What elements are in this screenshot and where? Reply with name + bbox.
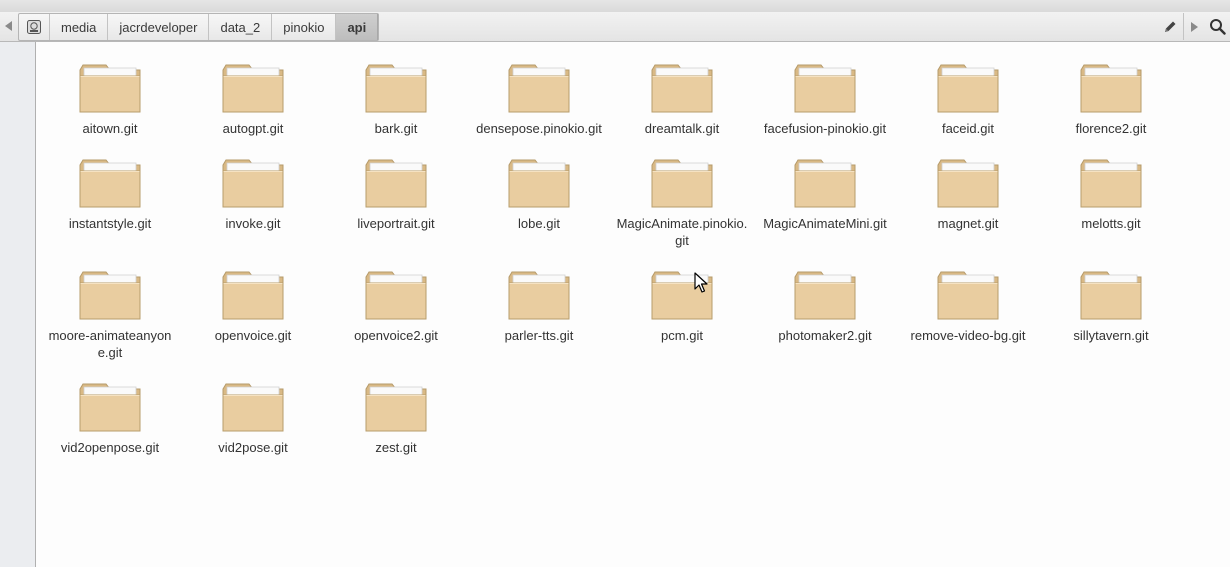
folder-label: lobe.git [518,216,560,231]
forward-arrow-icon[interactable] [1183,13,1204,40]
folder-item[interactable]: florence2.git [1041,62,1181,137]
folder-item[interactable]: openvoice2.git [326,269,466,344]
folder-icon [651,64,713,113]
folder-item[interactable]: bark.git [326,62,466,137]
folder-icon [1080,271,1142,320]
folder-label: faceid.git [941,121,995,136]
path-bar-tools [1156,12,1230,41]
folder-label: sillytavern.git [1073,328,1149,343]
folder-icon [508,271,570,320]
file-view[interactable]: aitown.git autogpt.git bark.git densepose.p… [36,42,1230,567]
folder-icon [79,383,141,432]
folder-item[interactable]: remove-video-bg.git [898,269,1038,344]
folder-icon [222,271,284,320]
folder-label: photomaker2.git [778,328,872,343]
breadcrumb: media jacrdeveloper data_2 pinokio api [18,13,380,41]
folder-icon [79,159,141,208]
folder-icon [651,159,713,208]
folder-item[interactable]: melotts.git [1041,157,1181,232]
folder-label: bark.git [374,121,418,136]
folder-item[interactable]: autogpt.git [183,62,323,137]
folder-item[interactable]: faceid.git [898,62,1038,137]
folder-item[interactable]: liveportrait.git [326,157,466,232]
folder-icon [937,159,999,208]
folder-label: densepose.pinokio.git [476,121,602,136]
folder-item[interactable]: MagicAnimate.pinokio.git [612,157,752,249]
folder-item[interactable]: facefusion-pinokio.git [755,62,895,137]
folder-label: MagicAnimate.pinokio.git [616,216,748,248]
folder-label: melotts.git [1081,216,1141,231]
folder-label: openvoice2.git [354,328,438,343]
breadcrumb-item[interactable]: data_2 [209,14,273,40]
folder-label: liveportrait.git [357,216,435,231]
folder-icon [365,159,427,208]
folder-icon [365,64,427,113]
folder-item[interactable]: moore-animateanyone.git [40,269,180,361]
folder-icon [222,64,284,113]
mouse-cursor-icon [694,272,708,293]
path-bar: media jacrdeveloper data_2 pinokio api [0,12,1230,42]
folder-label: MagicAnimateMini.git [763,216,887,231]
folder-item[interactable]: openvoice.git [183,269,323,344]
folder-label: remove-video-bg.git [910,328,1026,343]
folder-icon [365,271,427,320]
folder-label: parler-tts.git [504,328,574,343]
folder-item[interactable]: densepose.pinokio.git [469,62,609,137]
folder-label: dreamtalk.git [644,121,720,136]
sidebar[interactable] [0,42,36,567]
folder-icon [937,271,999,320]
breadcrumb-item[interactable]: media [50,14,109,40]
folder-label: facefusion-pinokio.git [763,121,887,136]
folder-label: invoke.git [225,216,281,231]
folder-label: instantstyle.git [68,216,152,231]
folder-icon [1080,159,1142,208]
folder-item[interactable]: magnet.git [898,157,1038,232]
folder-item[interactable]: lobe.git [469,157,609,232]
folder-item[interactable]: parler-tts.git [469,269,609,344]
breadcrumb-item-active[interactable]: api [336,14,379,40]
folder-icon [508,64,570,113]
folder-label: florence2.git [1075,121,1147,136]
folder-label: openvoice.git [214,328,292,343]
folder-icon [508,159,570,208]
folder-item[interactable]: pcm.git [612,269,752,344]
folder-label: zest.git [375,440,417,455]
folder-item[interactable]: dreamtalk.git [612,62,752,137]
folder-icon [222,383,284,432]
folder-icon [1080,64,1142,113]
folder-label: vid2pose.git [218,440,288,455]
folder-item[interactable]: zest.git [326,381,466,456]
back-arrow-icon[interactable] [0,14,17,38]
breadcrumb-item[interactable]: pinokio [272,14,337,40]
folder-icon [79,271,141,320]
folder-icon [794,64,856,113]
breadcrumb-item[interactable]: jacrdeveloper [108,14,210,40]
folder-label: magnet.git [937,216,999,231]
folder-item[interactable]: aitown.git [40,62,180,137]
folder-item[interactable]: instantstyle.git [40,157,180,232]
folder-item[interactable]: vid2pose.git [183,381,323,456]
folder-item[interactable]: MagicAnimateMini.git [755,157,895,232]
folder-item[interactable]: sillytavern.git [1041,269,1181,344]
folder-icon [79,64,141,113]
folder-icon [937,64,999,113]
drive-icon[interactable] [19,14,50,40]
folder-icon [222,159,284,208]
folder-item[interactable]: invoke.git [183,157,323,232]
folder-icon [365,383,427,432]
folder-label: pcm.git [661,328,703,343]
search-icon[interactable] [1204,13,1230,40]
folder-label: aitown.git [82,121,138,136]
pencil-icon[interactable] [1156,13,1183,40]
folder-item[interactable]: vid2openpose.git [40,381,180,456]
folder-icon [794,271,856,320]
folder-item[interactable]: photomaker2.git [755,269,895,344]
folder-label: moore-animateanyone.git [48,328,172,360]
folder-icon [794,159,856,208]
folder-label: autogpt.git [222,121,284,136]
folder-label: vid2openpose.git [60,440,160,455]
